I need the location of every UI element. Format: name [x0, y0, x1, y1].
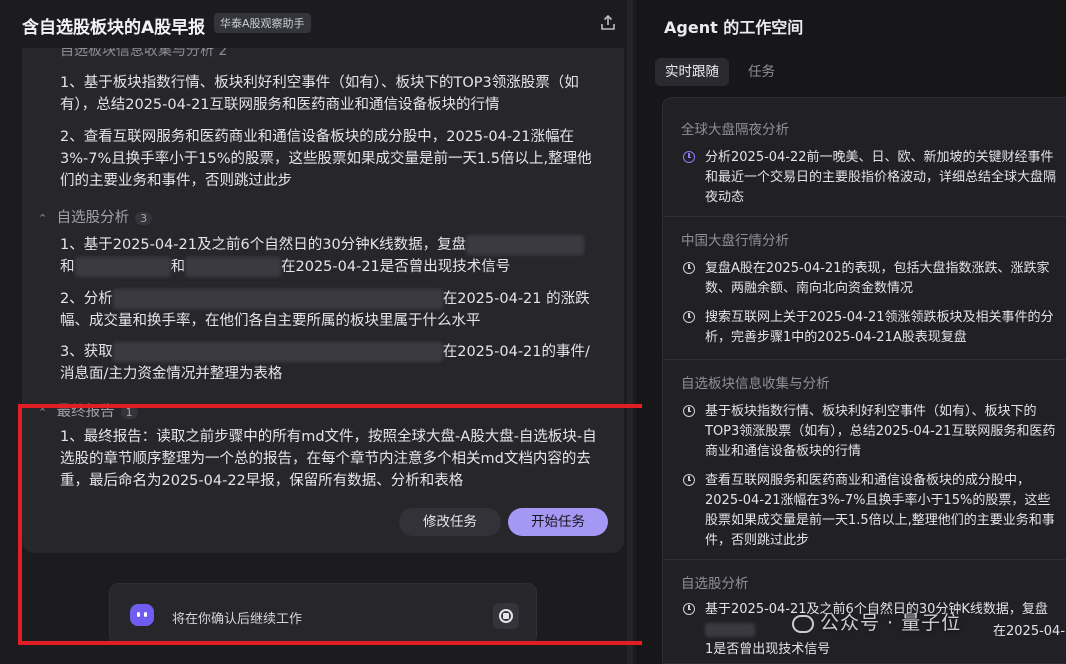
stock-item-3: 3、获取 在2025-04-21的事件/消息面/主力资金情况并整理为表格	[60, 342, 590, 382]
group-title: 自选股分析	[681, 576, 749, 592]
scrollbar[interactable]	[627, 0, 633, 664]
final-item-1: 1、最终报告：读取之前步骤中的所有md文件，按照全球大盘-A股大盘-自选板块-自…	[60, 429, 597, 489]
redacted-text	[705, 622, 755, 637]
agent-workspace: Agent 的工作空间 实时跟随 任务 全球大盘隔夜分析 分析2025-04-2…	[642, 0, 1066, 664]
section-heading-final[interactable]: ⌃ 最终报告 1	[38, 400, 138, 421]
stop-button[interactable]	[493, 603, 519, 629]
section-count: 1	[120, 406, 138, 419]
tab-tasks[interactable]: 任务	[738, 58, 785, 86]
partial-text: 在2025-04-2	[993, 624, 1066, 639]
group-title: 全球大盘隔夜分析	[681, 122, 789, 138]
page-title: 含自选股板块的A股早报	[22, 18, 206, 38]
chevron-up-icon: ⌃	[38, 212, 48, 225]
group-title: 中国大盘行情分析	[681, 233, 789, 249]
chat-pane: 含自选股板块的A股早报 华泰A股观察助手 自选板块信息收集与分析 2 1、基于板…	[0, 0, 636, 664]
redacted-text	[112, 342, 443, 362]
chevron-up-icon: ⌃	[38, 406, 48, 419]
watermark: 公众号 · 量子位	[792, 608, 961, 635]
section-heading-stocks[interactable]: ⌃ 自选股分析 3	[38, 206, 153, 227]
wechat-icon	[792, 614, 814, 633]
stock-item-1: 1、基于2025-04-21及之前6个自然日的30分钟K线数据，复盘 和和在20…	[60, 234, 600, 278]
redacted-text	[185, 257, 281, 277]
modify-task-button[interactable]: 修改任务	[399, 508, 501, 536]
clock-icon	[683, 311, 695, 323]
clock-icon	[683, 474, 695, 486]
group-title: 自选板块信息收集与分析	[681, 376, 830, 392]
chat-header: 含自选股板块的A股早报 华泰A股观察助手	[0, 0, 636, 48]
clock-icon	[683, 603, 695, 615]
tab-live-follow[interactable]: 实时跟随	[655, 58, 729, 86]
stock-item-2: 2、分析 在2025-04-21 的涨跌幅、成交量和换手率，在他们各自主要所属的板…	[60, 289, 590, 329]
sector-item-1: 1、基于板块指数行情、板块利好利空事件（如有）、板块下的TOP3领涨股票（如有）…	[60, 75, 579, 113]
workspace-timeline: 全球大盘隔夜分析 分析2025-04-22前一晚美、日、欧、新加坡的关键财经事件…	[662, 97, 1066, 664]
section-heading-sector[interactable]: 自选板块信息收集与分析 2	[60, 48, 227, 60]
task-plan-card: 自选板块信息收集与分析 2 1、基于板块指数行情、板块利好利空事件（如有）、板块…	[22, 48, 624, 553]
redacted-text	[74, 257, 171, 277]
share-icon[interactable]	[598, 13, 618, 33]
clock-icon	[683, 405, 695, 417]
redacted-text	[112, 289, 443, 309]
agent-bot-icon	[130, 604, 154, 626]
status-text: 将在你确认后继续工作	[172, 612, 303, 627]
section-count: 3	[135, 212, 153, 225]
start-task-button[interactable]: 开始任务	[508, 508, 608, 536]
redacted-text	[466, 235, 585, 255]
agent-badge[interactable]: 华泰A股观察助手	[214, 13, 311, 33]
workspace-title: Agent 的工作空间	[664, 18, 804, 37]
sector-item-2: 2、查看互联网服务和医药商业和通信设备板块的成分股中，2025-04-21涨幅在…	[60, 129, 592, 189]
agent-status-bar: 将在你确认后继续工作	[109, 583, 537, 645]
clock-icon	[683, 262, 695, 274]
clock-icon	[683, 151, 695, 163]
